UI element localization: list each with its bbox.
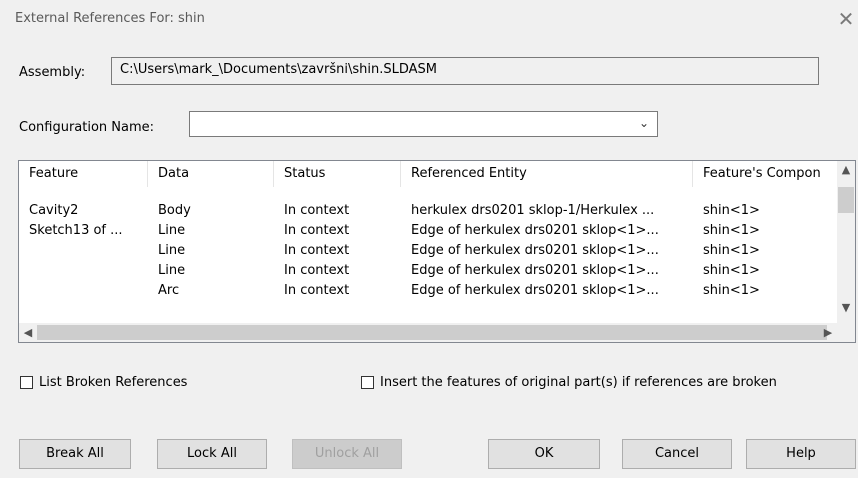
table-row[interactable]: Cavity2 Body In context herkulex drs0201… (19, 201, 837, 221)
table-row[interactable]: Line In context Edge of herkulex drs0201… (19, 261, 837, 281)
column-header-data[interactable]: Data (148, 161, 274, 187)
cell-feature-component: shin<1> (703, 203, 760, 218)
help-button[interactable]: Help (746, 439, 856, 469)
cell-data: Line (158, 243, 186, 258)
cell-feature: Cavity2 (29, 203, 79, 218)
cell-feature (19, 261, 148, 281)
cell-referenced-entity: Edge of herkulex drs0201 sklop<1>... (411, 223, 659, 238)
cell-status: In context (284, 203, 350, 218)
scrollbar-corner (837, 323, 855, 342)
window-title: External References For: shin (15, 11, 205, 26)
close-icon[interactable]: ✕ (834, 6, 858, 32)
insert-features-checkbox[interactable] (361, 376, 374, 389)
cell-feature (19, 241, 148, 261)
list-broken-references-checkbox[interactable] (20, 376, 33, 389)
chevron-left-icon[interactable]: ◀ (19, 323, 37, 342)
configuration-name-combo[interactable]: ⌄ (189, 111, 658, 137)
assembly-label: Assembly: (19, 65, 86, 80)
table-row[interactable]: Arc In context Edge of herkulex drs0201 … (19, 281, 837, 301)
cell-feature-component: shin<1> (703, 223, 760, 238)
chevron-up-icon[interactable]: ▲ (837, 161, 855, 179)
cell-feature-component: shin<1> (703, 243, 760, 258)
cell-feature-component: shin<1> (703, 263, 760, 278)
cell-referenced-entity: Edge of herkulex drs0201 sklop<1>... (411, 283, 659, 298)
cell-data: Line (158, 223, 186, 238)
cell-status: In context (284, 223, 350, 238)
column-header-feature[interactable]: Feature (19, 161, 148, 187)
cell-data: Arc (158, 283, 180, 298)
ok-button[interactable]: OK (488, 439, 600, 469)
unlock-all-button: Unlock All (292, 439, 402, 469)
cell-data: Line (158, 263, 186, 278)
chevron-right-icon[interactable]: ▶ (819, 323, 837, 342)
list-broken-references-label[interactable]: List Broken References (39, 375, 187, 390)
column-header-referenced-entity[interactable]: Referenced Entity (401, 161, 693, 187)
configuration-name-label: Configuration Name: (19, 120, 155, 135)
cell-referenced-entity: Edge of herkulex drs0201 sklop<1>... (411, 263, 659, 278)
column-header-feature-component[interactable]: Feature's Compon (693, 161, 837, 187)
table-header: Feature Data Status Referenced Entity Fe… (19, 161, 837, 187)
cell-referenced-entity: Edge of herkulex drs0201 sklop<1>... (411, 243, 659, 258)
cell-status: In context (284, 283, 350, 298)
table-row[interactable]: Sketch13 of ... Line In context Edge of … (19, 221, 837, 241)
cancel-button[interactable]: Cancel (622, 439, 732, 469)
horizontal-scrollbar[interactable]: ◀ ▶ (19, 323, 837, 342)
lock-all-button[interactable]: Lock All (157, 439, 267, 469)
cell-feature: Sketch13 of ... (29, 223, 123, 238)
title-bar: External References For: shin ✕ (0, 0, 858, 38)
cell-status: In context (284, 263, 350, 278)
chevron-down-icon[interactable]: ▼ (837, 299, 855, 317)
cell-referenced-entity: herkulex drs0201 sklop-1/Herkulex ... (411, 203, 655, 218)
cell-data: Body (158, 203, 191, 218)
assembly-path-field: C:\Users\mark_\Documents\završni\shin.SL… (111, 57, 819, 85)
vertical-scrollbar[interactable]: ▲ ▼ (837, 161, 855, 323)
chevron-down-icon[interactable]: ⌄ (639, 116, 649, 130)
break-all-button[interactable]: Break All (19, 439, 131, 469)
vertical-scroll-thumb[interactable] (838, 187, 854, 213)
cell-feature-component: shin<1> (703, 283, 760, 298)
cell-status: In context (284, 243, 350, 258)
column-header-status[interactable]: Status (274, 161, 401, 187)
cell-feature (19, 281, 148, 301)
horizontal-scroll-thumb[interactable] (37, 325, 827, 340)
insert-features-label[interactable]: Insert the features of original part(s) … (380, 375, 777, 390)
table-row[interactable]: Line In context Edge of herkulex drs0201… (19, 241, 837, 261)
references-table[interactable]: Feature Data Status Referenced Entity Fe… (18, 160, 856, 343)
